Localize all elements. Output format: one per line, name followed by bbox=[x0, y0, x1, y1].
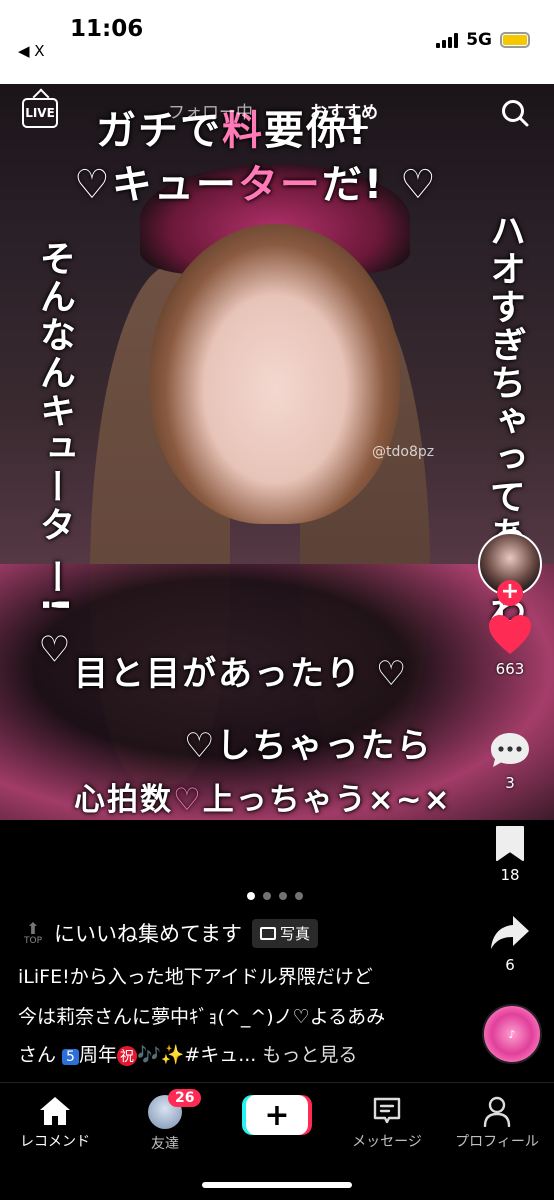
heart-icon bbox=[489, 615, 531, 654]
top-nav: LIVE フォロー中 おすすめ bbox=[0, 84, 554, 144]
follow-button[interactable]: + bbox=[497, 580, 523, 606]
tab-friends[interactable]: 26 友達 bbox=[110, 1089, 220, 1153]
save-count: 18 bbox=[500, 866, 520, 884]
status-indicators: 5G bbox=[436, 30, 530, 50]
profile-icon bbox=[483, 1096, 511, 1127]
status-time: 11:06 bbox=[70, 16, 144, 42]
tab-recommend[interactable]: おすすめ bbox=[310, 98, 378, 129]
tab-home[interactable]: レコメンド bbox=[0, 1095, 110, 1151]
comment-icon bbox=[491, 733, 529, 767]
celebration-emoji: 祝 bbox=[116, 1046, 137, 1066]
caption-line: 今は莉奈さんに夢中ｷﾞｮ(^_^)ノ♡よるあみ bbox=[18, 1006, 386, 1028]
carousel-dot bbox=[279, 892, 287, 900]
bookmark-icon bbox=[496, 826, 524, 861]
live-icon[interactable]: LIVE bbox=[22, 98, 58, 128]
save-button[interactable]: 18 bbox=[482, 824, 538, 884]
carousel-dot bbox=[247, 892, 255, 900]
share-button[interactable]: 6 bbox=[482, 914, 538, 974]
carousel-indicator bbox=[247, 892, 303, 900]
photo-watermark: @tdo8pz bbox=[372, 444, 435, 460]
share-arrow-icon bbox=[491, 916, 529, 949]
caption-line: iLiFE!から入った地下アイドル界隈だけど bbox=[18, 966, 373, 988]
caption-header: ⬆ TOP にいいね集めてます 写真 bbox=[22, 918, 318, 948]
caption-title[interactable]: にいいね集めてます bbox=[54, 918, 242, 948]
top-badge: ⬆ TOP bbox=[23, 918, 42, 946]
message-icon bbox=[373, 1097, 401, 1124]
create-button[interactable]: + bbox=[246, 1095, 308, 1135]
tab-profile[interactable]: プロフィール bbox=[442, 1095, 552, 1151]
like-button[interactable]: 663 bbox=[482, 614, 538, 678]
caption-line: さん 5 周年祝 🎶✨#キュ... もっと見る bbox=[18, 1044, 358, 1066]
like-count: 663 bbox=[495, 660, 525, 678]
network-type: 5G bbox=[466, 30, 492, 50]
home-indicator[interactable] bbox=[202, 1182, 352, 1188]
home-icon bbox=[40, 1097, 70, 1125]
status-bar: 11:06 ◀ X 5G bbox=[0, 0, 554, 84]
overlay-text-bottom2: ♡しちゃったら bbox=[184, 726, 433, 766]
photo-mode-tag[interactable]: 写真 bbox=[251, 918, 318, 948]
photo-icon bbox=[259, 926, 276, 940]
carousel-dot bbox=[263, 892, 271, 900]
comment-count: 3 bbox=[505, 774, 515, 792]
number-five-emoji: 5 bbox=[62, 1049, 79, 1065]
search-icon[interactable] bbox=[500, 98, 530, 128]
tab-inbox[interactable]: メッセージ bbox=[332, 1095, 442, 1151]
up-arrow-icon: ⬆ bbox=[26, 918, 40, 938]
notification-badge: 26 bbox=[168, 1089, 202, 1107]
signal-icon bbox=[436, 32, 459, 48]
music-disc-icon[interactable]: ♪ bbox=[482, 1004, 542, 1064]
battery-icon bbox=[500, 32, 530, 48]
share-count: 6 bbox=[505, 956, 515, 974]
overlay-text-left-vertical: そんなんキュータ ー! ♡ bbox=[34, 240, 75, 673]
overlay-text-line2: ♡キューターだ! ♡ bbox=[74, 162, 438, 208]
comment-button[interactable]: 3 bbox=[482, 730, 538, 792]
carousel-dot bbox=[295, 892, 303, 900]
tab-following[interactable]: フォロー中 bbox=[168, 98, 253, 123]
back-to-app-link[interactable]: ◀ X bbox=[18, 42, 45, 60]
see-more-link[interactable]: もっと見る bbox=[262, 1044, 357, 1066]
overlay-text-bottom3: 心拍数♡上っちゃう×~× bbox=[74, 782, 452, 818]
overlay-text-bottom1: 目と目があったり ♡ bbox=[74, 654, 409, 694]
